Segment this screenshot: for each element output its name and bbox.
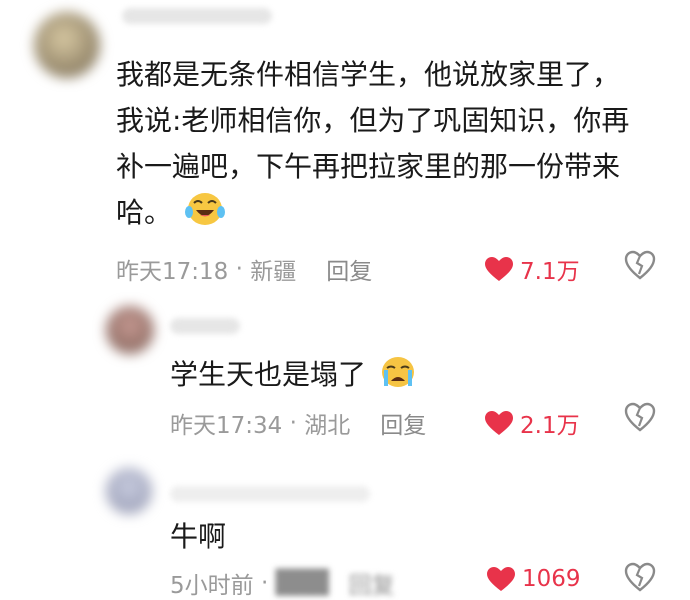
heart-icon [487,567,515,591]
location: 湖北 [304,413,351,439]
location: 新疆 [250,259,297,285]
broken-heart-icon[interactable] [624,562,656,596]
comment-text: 牛啊 [170,520,227,553]
comment-meta: 5小时前 · ███ 回复 [170,566,395,600]
like-count: 7.1万 [520,259,580,285]
heart-icon [485,257,513,281]
comment-line: 我都是无条件相信学生，他说放家里了， [116,58,621,91]
separator-dot: · [282,410,305,436]
like-count: 2.1万 [520,413,580,439]
comment-text: 学生天也是塌了 [170,358,367,391]
comment-body: 牛啊 [170,514,226,560]
timestamp: 5小时前 [170,573,254,599]
username-blurred[interactable] [170,486,370,502]
comment-meta: 昨天17:34 · 湖北 回复 [170,406,426,440]
reply-button[interactable]: 回复 [326,252,372,286]
laughing-tears-emoji [184,190,225,242]
reply-button[interactable]: 回复 [380,406,426,440]
comment-line: 哈。 [116,196,173,229]
username-blurred[interactable] [170,318,240,334]
username-blurred[interactable] [122,8,272,24]
crying-emoji [379,354,417,404]
comment-body: 学生天也是塌了 [170,352,417,404]
heart-icon [485,411,513,435]
timestamp: 昨天17:18 [116,259,229,285]
like-button[interactable]: 1069 [486,566,581,592]
broken-heart-icon[interactable] [624,250,656,284]
comment-meta: 昨天17:18 · 新疆 回复 [116,252,372,286]
separator-dot: · [228,256,251,282]
separator-dot: · [253,570,276,596]
timestamp: 昨天17:34 [170,413,283,439]
comment-1: 我都是无条件相信学生，他说放家里了， 我说:老师相信你，但为了巩固知识，你再 补… [0,0,690,300]
like-button[interactable]: 2.1万 [484,406,580,440]
comment-body: 我都是无条件相信学生，他说放家里了， 我说:老师相信你，但为了巩固知识，你再 补… [116,52,629,242]
avatar[interactable] [106,468,152,514]
avatar[interactable] [34,12,100,78]
location-blurred: ███ [275,570,329,596]
broken-heart-icon[interactable] [624,402,656,436]
comment-line: 补一遍吧，下午再把拉家里的那一份带来 [116,150,621,183]
like-button[interactable]: 7.1万 [484,252,580,286]
avatar[interactable] [106,306,154,354]
reply-button[interactable]: 回复 [349,566,395,600]
comment-3: 牛啊 5小时前 · ███ 回复 1069 [0,458,690,600]
comment-line: 我说:老师相信你，但为了巩固知识，你再 [116,104,630,137]
like-count: 1069 [522,566,581,592]
comment-2: 学生天也是塌了 昨天17:34 · 湖北 回复 2.1万 [0,300,690,450]
